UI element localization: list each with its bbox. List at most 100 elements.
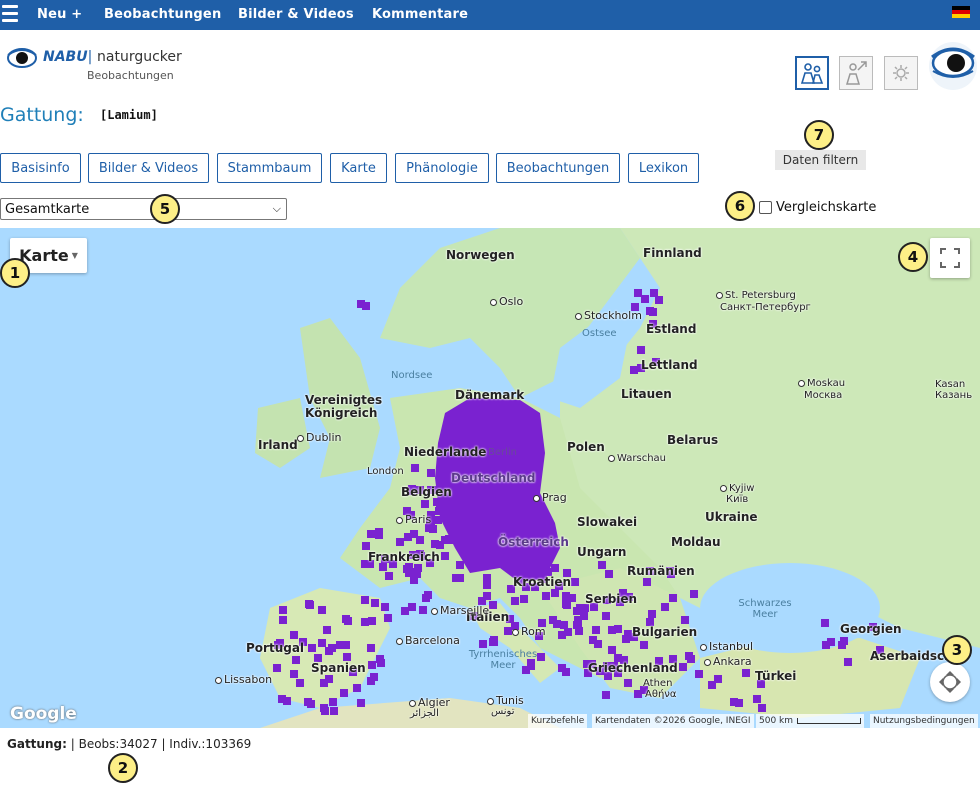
keyboard-shortcuts-link[interactable]: Kurzbefehle (528, 714, 588, 728)
observation-cell (434, 516, 442, 524)
tab-media[interactable]: Bilder & Videos (88, 153, 209, 183)
observation-cell (306, 601, 314, 609)
observation-cell (598, 561, 606, 569)
observation-cell (539, 558, 547, 566)
map-label-kyiv: Kyjiw (720, 483, 754, 494)
observation-cell (821, 619, 829, 627)
terms-link[interactable]: Nutzungsbedingungen (870, 714, 978, 728)
observation-cell (421, 500, 429, 508)
observation-cell (648, 610, 656, 618)
observation-cell (433, 498, 441, 506)
tab-family-tree[interactable]: Stammbaum (217, 153, 322, 183)
observation-cell (643, 578, 651, 586)
nav-new[interactable]: Neu + (37, 7, 82, 22)
nabu-brand: NABU| (43, 49, 93, 65)
map-label-slovakia: Slowakei (577, 515, 638, 529)
map-label-stockholm: Stockholm (575, 309, 642, 322)
observation-cell (520, 595, 528, 603)
map-label-prague: Prag (533, 491, 567, 504)
map-label-ireland: Irland (258, 438, 298, 452)
observation-cell (368, 617, 376, 625)
observation-cell (594, 640, 602, 648)
map-label-ukraine: Ukraine (705, 510, 758, 524)
map-label-lisbon: Lissabon (215, 673, 272, 686)
tab-map[interactable]: Karte (330, 153, 387, 183)
share-button[interactable] (839, 56, 873, 90)
tab-lexicon[interactable]: Lexikon (628, 153, 699, 183)
observation-cell (403, 565, 411, 573)
scale-bar-label: 500 km (759, 716, 794, 726)
annotation-badge-5: 5 (150, 194, 180, 224)
map-label-st-petersburg: St. Petersburg (716, 290, 796, 301)
observation-cell (840, 637, 848, 645)
map-label-marseille: Marseille (431, 604, 489, 617)
observation-cell (714, 675, 722, 683)
map-label-kazan-cyrillic: Казань (935, 390, 973, 401)
observation-cell (605, 570, 613, 578)
settings-button[interactable] (884, 56, 918, 90)
map-label-rome: Rom (512, 625, 546, 638)
annotation-badge-3: 3 (942, 635, 972, 665)
map-type-select[interactable]: Gesamtkarte ⌵ (0, 198, 287, 220)
nav-comments[interactable]: Kommentare (372, 7, 468, 22)
naturgucker-eye-logo-icon[interactable] (928, 41, 978, 91)
annotation-badge-1: 1 (0, 258, 30, 288)
observation-cell (396, 538, 404, 546)
map-label-serbia: Serbien (585, 592, 638, 606)
nav-media[interactable]: Bilder & Videos (238, 7, 354, 22)
observation-cell (695, 670, 703, 678)
fullscreen-button[interactable] (930, 238, 970, 278)
move-arrows-icon (939, 671, 961, 693)
tab-phenology[interactable]: Phänologie (395, 153, 489, 183)
menu-icon[interactable] (2, 5, 18, 23)
observation-cell (511, 597, 519, 605)
map-label-greece: Griechenland (588, 661, 678, 675)
observation-cell (401, 607, 409, 615)
observation-cell (655, 296, 663, 304)
observation-cell (549, 616, 557, 624)
compare-map-label: Vergleichskarte (776, 200, 877, 215)
map-data-attribution[interactable]: Kartendaten ©2026 Google, INEGI (592, 714, 754, 728)
tab-basisinfo[interactable]: Basisinfo (0, 153, 81, 183)
observation-cell (483, 574, 491, 582)
filter-data-button[interactable]: Daten filtern (775, 150, 866, 170)
observation-cell (571, 578, 579, 586)
observation-cell (325, 675, 333, 683)
map-label-london: London (367, 466, 404, 477)
observation-map[interactable]: Norwegen Finnland Estland Lettland Litau… (0, 228, 980, 728)
annotation-badge-7: 7 (804, 120, 834, 150)
map-label-belarus: Belarus (667, 433, 719, 447)
observation-cell (362, 302, 370, 310)
observation-cell (624, 679, 632, 687)
observation-cell (573, 621, 581, 629)
tab-observations[interactable]: Beobachtungen (496, 153, 620, 183)
chevron-down-icon: ⌵ (272, 202, 281, 215)
map-label-croatia: Kroatien (513, 575, 572, 589)
camera-control-button[interactable] (930, 662, 970, 702)
scale-bar[interactable]: 500 km (756, 714, 864, 728)
map-label-portugal: Portugal (246, 641, 305, 655)
german-flag-icon[interactable] (952, 6, 970, 18)
observation-cell (371, 599, 379, 607)
observation-cell (489, 601, 497, 609)
observation-cell (650, 289, 658, 297)
compare-map-checkbox[interactable] (759, 201, 772, 214)
map-label-ankara: Ankara (704, 655, 752, 668)
map-label-belgium: Belgien (401, 485, 452, 499)
map-label-lithuania: Litauen (621, 387, 672, 401)
observation-cell (292, 656, 300, 664)
observation-cell (290, 631, 298, 639)
google-logo[interactable]: Google (10, 704, 77, 724)
observation-cell (661, 603, 669, 611)
observation-cell (608, 646, 616, 654)
observation-cell (637, 346, 645, 354)
observation-cell (357, 699, 365, 707)
community-button[interactable] (795, 56, 829, 90)
observation-cell (592, 626, 600, 634)
observation-cell (367, 530, 375, 538)
compare-map-toggle[interactable]: Vergleichskarte (759, 200, 876, 215)
observation-cell (353, 684, 361, 692)
nav-observations[interactable]: Beobachtungen (104, 7, 221, 22)
stats-values: | Beobs:34027 | Indiv.:103369 (70, 737, 252, 751)
top-nav-bar: Neu + Beobachtungen Bilder & Videos Komm… (0, 0, 980, 30)
